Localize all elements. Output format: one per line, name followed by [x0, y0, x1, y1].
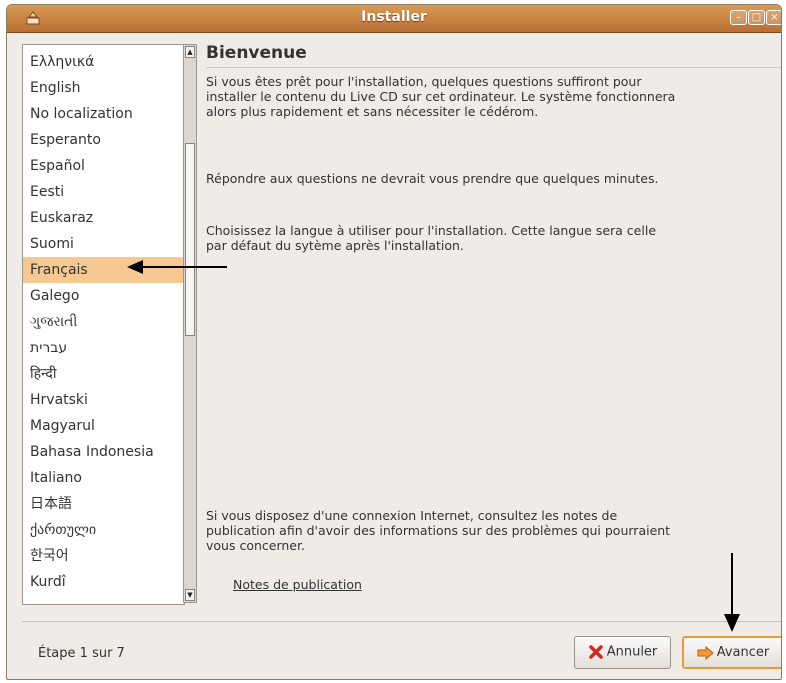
- footer-divider: [22, 621, 781, 622]
- language-item[interactable]: No localization: [23, 101, 184, 127]
- language-item[interactable]: Hrvatski: [23, 387, 184, 413]
- close-icon[interactable]: ×: [766, 10, 781, 25]
- language-item[interactable]: 한국어: [23, 543, 184, 569]
- step-indicator: Étape 1 sur 7: [38, 646, 125, 661]
- language-item[interactable]: ગુજરાતી: [23, 309, 184, 335]
- next-pointer-arrow-icon: [724, 553, 740, 632]
- duration-paragraph: Répondre aux questions ne devrait vous p…: [206, 171, 659, 186]
- language-item[interactable]: Esperanto: [23, 127, 184, 153]
- language-item[interactable]: ქართული: [23, 517, 184, 543]
- cancel-icon: [588, 645, 603, 659]
- language-list-scrollbar[interactable]: ▲ ▼: [183, 44, 197, 603]
- language-item[interactable]: Ελληνικά: [23, 49, 184, 75]
- language-paragraph: Choisissez la langue à utiliser pour l'i…: [206, 223, 657, 253]
- language-item[interactable]: עברית: [23, 335, 184, 361]
- internet-paragraph: Si vous disposez d'une connexion Interne…: [206, 508, 671, 553]
- language-item[interactable]: Euskaraz: [23, 205, 184, 231]
- maximize-icon[interactable]: □: [748, 10, 765, 25]
- release-notes-link[interactable]: Notes de publication: [233, 577, 362, 592]
- window-title: Installer: [361, 9, 427, 25]
- scroll-up-icon[interactable]: ▲: [185, 46, 195, 58]
- language-item[interactable]: Italiano: [23, 465, 184, 491]
- title-bar[interactable]: Installer – □ ×: [7, 5, 781, 33]
- heading-divider: [206, 67, 781, 68]
- language-item[interactable]: Magyarul: [23, 413, 184, 439]
- language-item[interactable]: Bahasa Indonesia: [23, 439, 184, 465]
- language-item[interactable]: Galego: [23, 283, 184, 309]
- language-item[interactable]: Eesti: [23, 179, 184, 205]
- page-title: Bienvenue: [206, 43, 307, 63]
- language-list[interactable]: Ελληνικά English No localization Esperanto E…: [22, 44, 185, 605]
- cancel-button-label: Annuler: [606, 644, 658, 660]
- forward-arrow-icon: [697, 645, 714, 660]
- next-button[interactable]: Avancer: [682, 636, 781, 669]
- language-item[interactable]: Español: [23, 153, 184, 179]
- installer-window: Installer – □ × Ελληνικά English No locali…: [6, 4, 782, 680]
- minimize-icon[interactable]: –: [730, 10, 747, 25]
- language-item[interactable]: English: [23, 75, 184, 101]
- scroll-thumb[interactable]: [185, 143, 195, 336]
- selection-pointer-arrow-icon: [127, 260, 227, 274]
- language-item[interactable]: 日本語: [23, 491, 184, 517]
- scroll-down-icon[interactable]: ▼: [185, 589, 195, 601]
- language-list-items: Ελληνικά English No localization Esperanto E…: [23, 49, 184, 595]
- cancel-button[interactable]: Annuler: [574, 636, 671, 669]
- language-item[interactable]: Kurdî: [23, 569, 184, 595]
- language-item[interactable]: हिन्दी: [23, 361, 184, 387]
- next-button-label: Avancer: [716, 645, 770, 660]
- language-item[interactable]: Suomi: [23, 231, 184, 257]
- intro-paragraph: Si vous êtes prêt pour l'installation, q…: [206, 74, 676, 119]
